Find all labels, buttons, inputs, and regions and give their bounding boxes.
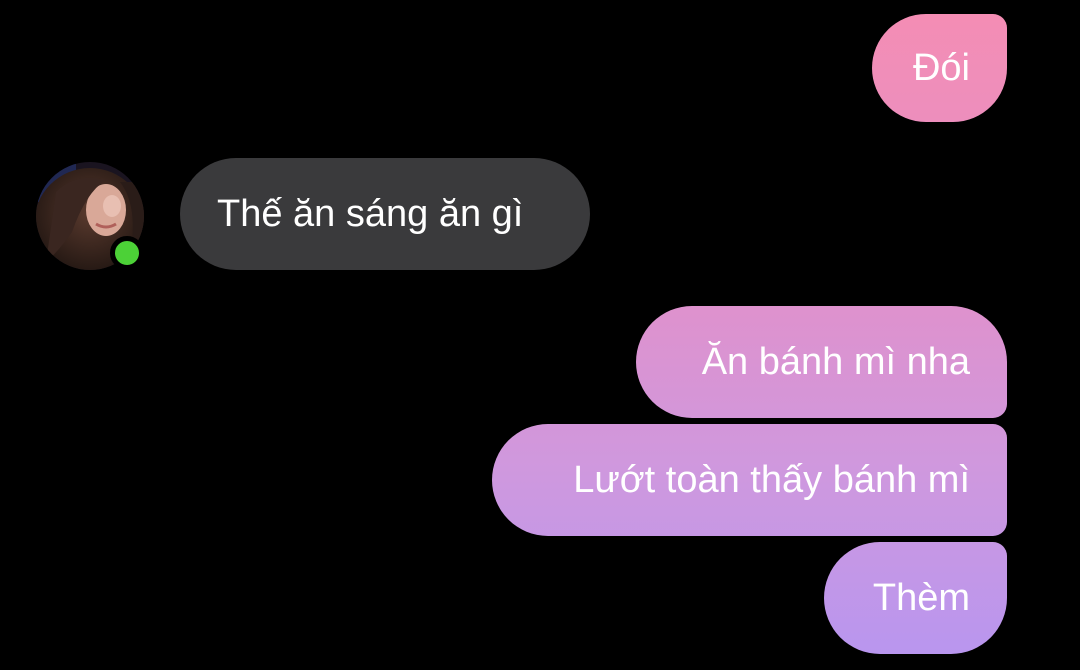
- outgoing-message-bubble[interactable]: Lướt toàn thấy bánh mì: [492, 424, 1007, 536]
- message-text: Lướt toàn thấy bánh mì: [573, 459, 970, 501]
- message-text: Thèm: [872, 577, 970, 619]
- outgoing-message-bubble[interactable]: Ăn bánh mì nha: [636, 306, 1007, 418]
- incoming-message-bubble[interactable]: Thế ăn sáng ăn gì: [180, 158, 590, 270]
- online-status-indicator: [110, 236, 144, 270]
- outgoing-message-bubble[interactable]: Thèm: [824, 542, 1007, 654]
- message-text: Thế ăn sáng ăn gì: [217, 193, 524, 235]
- outgoing-message-bubble[interactable]: Đói: [872, 14, 1007, 122]
- chat-thread: Đói Thế ăn sáng ăn gì Ăn bánh mì nha Lướ…: [0, 0, 1080, 670]
- message-text: Ăn bánh mì nha: [701, 341, 970, 383]
- message-text: Đói: [912, 47, 970, 89]
